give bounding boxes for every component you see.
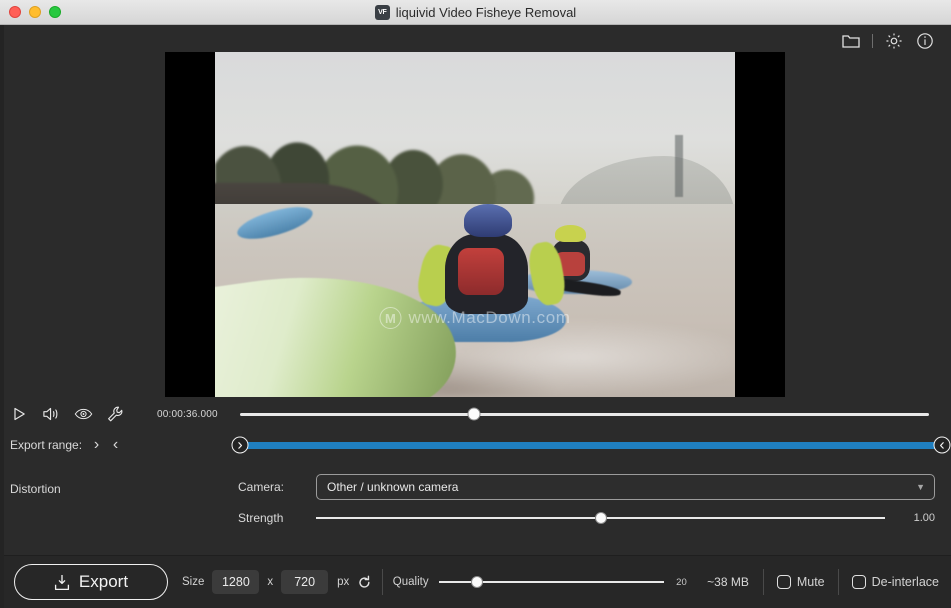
deinterlace-checkbox-item[interactable]: De-interlace <box>851 575 939 589</box>
export-button-label: Export <box>78 572 129 591</box>
camera-row: Camera: Other / unknown camera ▼ <box>238 474 935 500</box>
bottom-divider-1 <box>381 569 383 595</box>
range-handle-end[interactable]: ‹ <box>933 436 951 454</box>
wrench-icon[interactable] <box>106 405 125 424</box>
quality-label: Quality <box>392 576 429 588</box>
bottom-divider-2 <box>762 569 764 595</box>
download-icon <box>54 574 70 591</box>
mute-label: Mute <box>796 575 825 589</box>
bottom-divider-3 <box>837 569 839 595</box>
strength-track[interactable] <box>316 512 885 524</box>
strength-value: 1.00 <box>913 512 935 524</box>
size-unit-label: px <box>337 576 350 588</box>
export-range-bar[interactable]: › ‹ <box>231 436 951 454</box>
current-timecode: 00:00:36.000 <box>157 408 218 420</box>
window-title: liquivid Video Fisheye Removal <box>395 4 577 20</box>
gear-icon[interactable] <box>884 31 904 51</box>
app-icon: VF <box>374 4 390 20</box>
export-range-label: Export range: <box>10 438 83 452</box>
speaker-icon[interactable] <box>42 405 61 424</box>
window-controls <box>0 6 61 18</box>
strength-row: Strength 1.00 <box>238 510 935 526</box>
distortion-title: Distortion <box>10 482 61 496</box>
height-input[interactable] <box>281 570 329 594</box>
minimize-window-button[interactable] <box>29 6 41 18</box>
video-pylon <box>675 134 683 197</box>
camera-label: Camera: <box>238 480 285 494</box>
watermark-text: www.MacDown.com <box>408 308 571 328</box>
title-bar: VF liquivid Video Fisheye Removal <box>0 0 951 25</box>
camera-select-value: Other / unknown camera <box>327 480 459 494</box>
top-toolbar <box>841 25 951 57</box>
quality-value: 20 <box>676 576 687 588</box>
estimated-file-size: ~38 MB <box>707 575 749 589</box>
playback-controls <box>10 405 125 424</box>
seek-knob[interactable] <box>467 407 481 421</box>
bottom-bar: Export Size x px Quality 20 ~38 MB Mute <box>0 555 951 608</box>
chevron-down-icon: ▼ <box>916 482 925 492</box>
strength-knob[interactable] <box>594 512 607 524</box>
set-range-in-icon[interactable]: › <box>91 436 102 453</box>
folder-icon[interactable] <box>841 31 861 51</box>
quality-slider[interactable] <box>438 574 664 590</box>
strength-label: Strength <box>238 511 284 525</box>
seek-track[interactable] <box>240 407 929 421</box>
deinterlace-checkbox[interactable] <box>851 575 866 589</box>
deinterlace-label: De-interlace <box>871 575 939 589</box>
mute-checkbox[interactable] <box>776 575 791 589</box>
video-stage: M www.MacDown.com <box>0 25 951 398</box>
camera-select[interactable]: Other / unknown camera ▼ <box>316 474 935 500</box>
distortion-panel: Distortion Camera: Other / unknown camer… <box>0 460 951 555</box>
quality-track[interactable] <box>438 576 664 588</box>
close-window-button[interactable] <box>9 6 21 18</box>
window-title-group: VF liquivid Video Fisheye Removal <box>0 0 951 24</box>
width-input[interactable] <box>212 570 260 594</box>
app-window: VF liquivid Video Fisheye Removal M www.… <box>0 0 951 608</box>
eye-icon[interactable] <box>74 405 93 424</box>
left-edge-strip <box>0 25 4 608</box>
watermark-logo-icon: M <box>379 307 402 330</box>
export-button[interactable]: Export <box>14 564 168 600</box>
export-range-arrow-buttons: › ‹ <box>91 436 121 453</box>
video-frame: M www.MacDown.com <box>215 52 735 397</box>
set-range-out-icon[interactable]: ‹ <box>110 436 121 453</box>
strength-slider[interactable] <box>316 510 885 526</box>
watermark: M www.MacDown.com <box>379 307 571 330</box>
export-range-row: Export range: › ‹ › ‹ <box>0 430 951 460</box>
size-label: Size <box>182 576 205 588</box>
size-x-label: x <box>267 576 274 588</box>
quality-knob[interactable] <box>470 576 483 588</box>
video-player[interactable]: M www.MacDown.com <box>165 52 785 397</box>
mute-checkbox-item[interactable]: Mute <box>776 575 825 589</box>
toolbar-divider <box>872 34 873 48</box>
maximize-window-button[interactable] <box>49 6 61 18</box>
play-icon[interactable] <box>10 405 29 424</box>
info-icon[interactable] <box>915 31 935 51</box>
range-handle-start[interactable]: › <box>231 436 249 454</box>
seek-slider[interactable] <box>240 405 929 424</box>
reset-icon[interactable] <box>356 574 372 590</box>
transport-row: 00:00:36.000 <box>0 398 951 430</box>
export-range-slider[interactable]: › ‹ <box>231 435 951 455</box>
